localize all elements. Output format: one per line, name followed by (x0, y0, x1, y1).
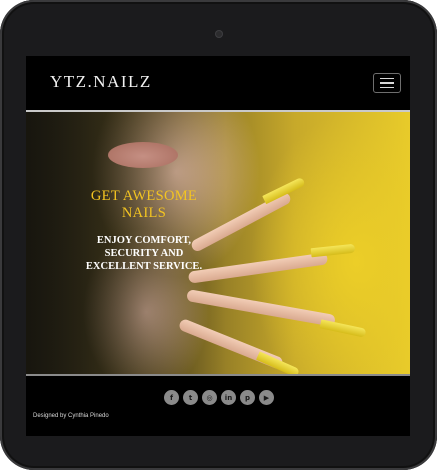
brand-logo[interactable]: YTZ.NAILZ (50, 72, 152, 92)
menu-bar-icon (380, 82, 394, 84)
youtube-icon[interactable]: ▶ (259, 390, 274, 405)
hero-divider (26, 374, 410, 376)
hamburger-menu-button[interactable] (373, 73, 401, 93)
twitter-icon[interactable]: t (183, 390, 198, 405)
footer-credit: Designed by Cynthia Pinedo (33, 413, 109, 419)
hero-image-nail (319, 319, 367, 338)
hero-title: GET AWESOME NAILS (54, 188, 234, 222)
camera-icon (215, 30, 223, 38)
hero-title-line: GET AWESOME (90, 188, 198, 204)
instagram-icon[interactable]: ◎ (202, 390, 217, 405)
screen: YTZ.NAILZ GET AWESOME NAILS ENJOY COMFOR… (26, 56, 410, 436)
hero-title-line: NAILS (121, 205, 167, 221)
pinterest-icon[interactable]: p (240, 390, 255, 405)
linkedin-icon[interactable]: in (221, 390, 236, 405)
facebook-icon[interactable]: f (164, 390, 179, 405)
hero-image-lips (108, 142, 178, 168)
hero-subtitle-line: EXCELLENT SERVICE. (85, 261, 203, 272)
hero-image-nail (310, 243, 356, 258)
hero-image-nail (256, 351, 300, 376)
tablet-frame: YTZ.NAILZ GET AWESOME NAILS ENJOY COMFOR… (0, 0, 437, 470)
hero-banner: GET AWESOME NAILS ENJOY COMFORT, SECURIT… (26, 112, 410, 376)
menu-bar-icon (380, 77, 394, 80)
footer: f t ◎ in p ▶ Designed by Cynthia Pinedo (26, 378, 410, 436)
hero-subtitle-line: SECURITY AND (104, 248, 184, 259)
hero-subtitle: ENJOY COMFORT, SECURITY AND EXCELLENT SE… (54, 234, 234, 273)
menu-bar-icon (380, 86, 394, 89)
hero-subtitle-line: ENJOY COMFORT, (96, 235, 192, 246)
social-links: f t ◎ in p ▶ (164, 390, 274, 405)
navbar: YTZ.NAILZ (26, 56, 410, 112)
hero-text: GET AWESOME NAILS ENJOY COMFORT, SECURIT… (54, 188, 234, 273)
